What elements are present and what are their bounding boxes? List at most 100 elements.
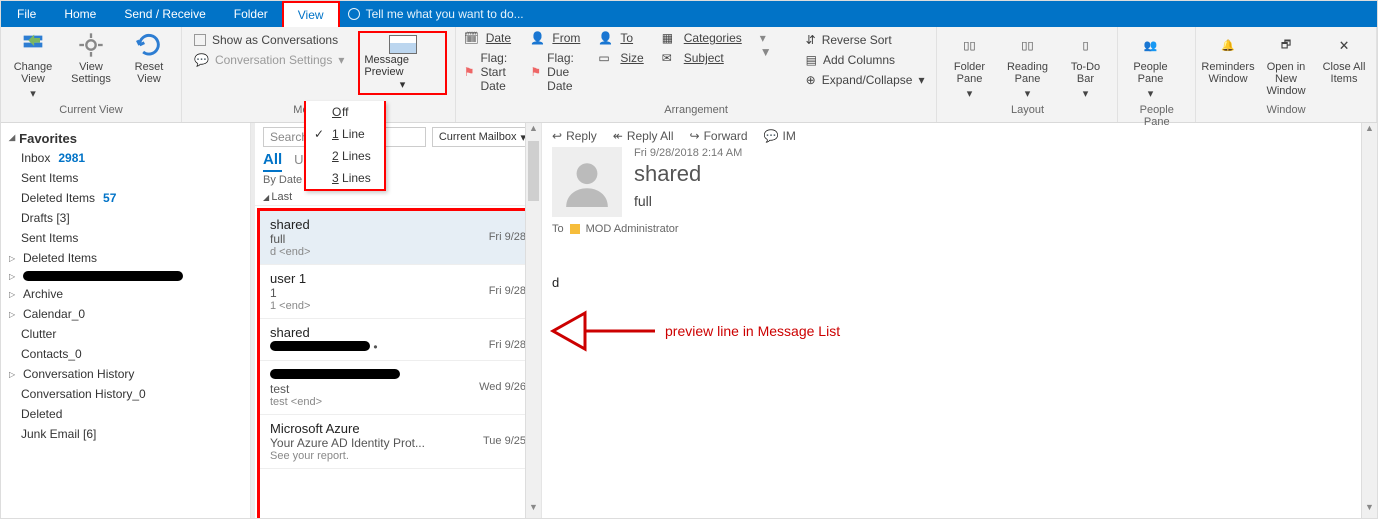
change-view-button[interactable]: Change View▾ bbox=[9, 31, 57, 100]
sort-by-date[interactable]: By Date bbox=[263, 174, 302, 187]
folder-name: Deleted Items bbox=[21, 191, 95, 205]
folder-name: Junk Email [6] bbox=[21, 427, 96, 441]
preview-option-1line[interactable]: ✓1 Line bbox=[306, 123, 384, 145]
scroll-up-icon[interactable]: ▲ bbox=[526, 123, 541, 139]
message-item[interactable]: sharedfulld <end>Fri 9/28 bbox=[260, 211, 536, 265]
close-all-items-button[interactable]: 🗙Close All Items bbox=[1320, 31, 1368, 85]
arrange-date[interactable]: 🗓Date bbox=[464, 31, 513, 45]
message-item[interactable]: shared •Fri 9/28 bbox=[260, 319, 536, 361]
folder-item[interactable]: Sent Items bbox=[3, 228, 246, 248]
arrange-from[interactable]: 👤From bbox=[530, 31, 580, 45]
folder-item[interactable]: Contacts_0 bbox=[3, 344, 246, 364]
show-as-conversations-checkbox[interactable]: Show as Conversations bbox=[190, 31, 348, 49]
message-list-scrollbar[interactable]: ▲ ▼ bbox=[525, 123, 541, 518]
folder-item[interactable]: Conversation History bbox=[3, 364, 246, 384]
group-label-layout: Layout bbox=[945, 104, 1109, 120]
reminders-window-button[interactable]: 🔔Reminders Window bbox=[1204, 31, 1252, 85]
folder-pane-button[interactable]: ▯▯Folder Pane▾ bbox=[945, 31, 993, 100]
mailbox-scope-dropdown[interactable]: Current Mailbox ▾ bbox=[432, 127, 533, 147]
folder-item[interactable]: Junk Email [6] bbox=[3, 424, 246, 444]
expand-collapse-button[interactable]: ⊕Expand/Collapse ▾ bbox=[802, 71, 929, 89]
forward-icon: ↪ bbox=[690, 129, 700, 143]
message-from bbox=[270, 367, 526, 382]
arrange-size[interactable]: ▭Size bbox=[598, 51, 643, 65]
group-arrangement: 🗓Date ⚑Flag: Start Date 👤From ⚑Flag: Due… bbox=[456, 27, 938, 122]
message-item[interactable]: Microsoft AzureYour Azure AD Identity Pr… bbox=[260, 415, 536, 469]
conversation-settings-button[interactable]: 💬 Conversation Settings ▾ bbox=[190, 51, 348, 69]
folder-item[interactable]: Sent Items bbox=[3, 168, 246, 188]
tab-home[interactable]: Home bbox=[50, 1, 110, 27]
add-columns-button[interactable]: ▤Add Columns bbox=[802, 51, 929, 69]
message-preview-line: test <end> bbox=[270, 396, 526, 408]
folder-item[interactable]: Inbox2981 bbox=[3, 148, 246, 168]
message-preview-dropdown: Off ✓1 Line 2 Lines 3 Lines bbox=[304, 101, 386, 191]
reply-icon: ↩ bbox=[552, 129, 562, 143]
folder-item[interactable]: Drafts [3] bbox=[3, 208, 246, 228]
im-button[interactable]: 💬IM bbox=[764, 129, 796, 143]
folder-name: Clutter bbox=[21, 327, 56, 341]
subject-icon: ✉ bbox=[662, 51, 678, 65]
forward-button[interactable]: ↪Forward bbox=[690, 129, 748, 143]
scroll-down-icon[interactable]: ▼ bbox=[1362, 502, 1377, 518]
person-from-icon: 👤 bbox=[530, 31, 546, 45]
scroll-down-icon[interactable]: ▼ bbox=[526, 502, 541, 518]
arrange-to[interactable]: 👤To bbox=[598, 31, 643, 45]
preview-option-off[interactable]: Off bbox=[306, 101, 384, 123]
arrow-left-icon bbox=[545, 301, 655, 361]
tab-send-receive[interactable]: Send / Receive bbox=[110, 1, 219, 27]
arrange-categories[interactable]: ▦Categories bbox=[662, 31, 742, 45]
message-group-header[interactable]: Last bbox=[255, 189, 541, 206]
arrange-subject[interactable]: ✉Subject bbox=[662, 51, 742, 65]
message-from: shared bbox=[270, 325, 526, 340]
conversation-settings-icon: 💬 bbox=[194, 53, 209, 67]
folder-item[interactable]: Deleted Items57 bbox=[3, 188, 246, 208]
reading-pane-scrollbar[interactable]: ▲ ▼ bbox=[1361, 123, 1377, 518]
preview-option-3lines[interactable]: 3 Lines bbox=[306, 167, 384, 189]
arrange-flag-due[interactable]: ⚑Flag: Due Date bbox=[530, 51, 580, 93]
message-preview-button[interactable]: Message Preview▾ bbox=[358, 31, 446, 95]
message-from: shared bbox=[270, 217, 526, 232]
people-pane-button[interactable]: 👥People Pane▾ bbox=[1126, 31, 1174, 100]
open-new-window-button[interactable]: 🗗Open in New Window bbox=[1262, 31, 1310, 97]
reset-view-button[interactable]: Reset View bbox=[125, 31, 173, 85]
message-subject: full bbox=[634, 193, 742, 209]
tab-file[interactable]: File bbox=[3, 1, 50, 27]
folder-item[interactable]: Clutter bbox=[3, 324, 246, 344]
bulb-icon bbox=[348, 8, 360, 20]
todo-bar-button[interactable]: ▯To-Do Bar▾ bbox=[1061, 31, 1109, 100]
reply-button[interactable]: ↩Reply bbox=[552, 129, 597, 143]
tab-folder[interactable]: Folder bbox=[220, 1, 282, 27]
filter-unread[interactable]: U bbox=[294, 152, 303, 167]
folder-item[interactable] bbox=[3, 268, 246, 284]
favorites-header[interactable]: Favorites bbox=[3, 129, 246, 148]
reading-pane-button[interactable]: ▯▯Reading Pane▾ bbox=[1003, 31, 1051, 100]
message-list-pane: Search… Current Mailbox ▾ All U By Date▾… bbox=[255, 123, 541, 518]
avatar bbox=[552, 147, 622, 217]
folder-item[interactable]: Calendar_0 bbox=[3, 304, 246, 324]
message-subject: 1 bbox=[270, 286, 526, 300]
folder-item[interactable]: Deleted Items bbox=[3, 248, 246, 268]
scroll-thumb[interactable] bbox=[528, 141, 539, 201]
group-label-people-pane: People Pane bbox=[1126, 104, 1187, 120]
scroll-up-icon[interactable]: ▲ bbox=[1362, 123, 1377, 139]
folder-item[interactable]: Deleted bbox=[3, 404, 246, 424]
folder-item[interactable]: Archive bbox=[3, 284, 246, 304]
reply-all-button[interactable]: ↞Reply All bbox=[613, 129, 674, 143]
menubar: File Home Send / Receive Folder View Tel… bbox=[1, 1, 1377, 27]
tab-view[interactable]: View bbox=[282, 1, 340, 27]
close-all-icon: 🗙 bbox=[1330, 31, 1358, 59]
folder-item[interactable]: Conversation History_0 bbox=[3, 384, 246, 404]
preview-option-2lines[interactable]: 2 Lines bbox=[306, 145, 384, 167]
view-settings-button[interactable]: View Settings bbox=[67, 31, 115, 85]
message-item[interactable]: testtest <end>Wed 9/26 bbox=[260, 361, 536, 415]
group-label-arrangement: Arrangement bbox=[464, 104, 929, 120]
reply-all-icon: ↞ bbox=[613, 129, 623, 143]
message-item[interactable]: user 111 <end>Fri 9/28 bbox=[260, 265, 536, 319]
message-date: Fri 9/28 bbox=[489, 339, 526, 351]
people-icon: 👥 bbox=[1136, 31, 1164, 59]
reverse-sort-button[interactable]: ⇵Reverse Sort bbox=[802, 31, 929, 49]
filter-all[interactable]: All bbox=[263, 151, 282, 172]
arrange-flag-start[interactable]: ⚑Flag: Start Date bbox=[464, 51, 513, 93]
tell-me-search[interactable]: Tell me what you want to do... bbox=[348, 1, 524, 27]
presence-icon bbox=[570, 224, 580, 234]
